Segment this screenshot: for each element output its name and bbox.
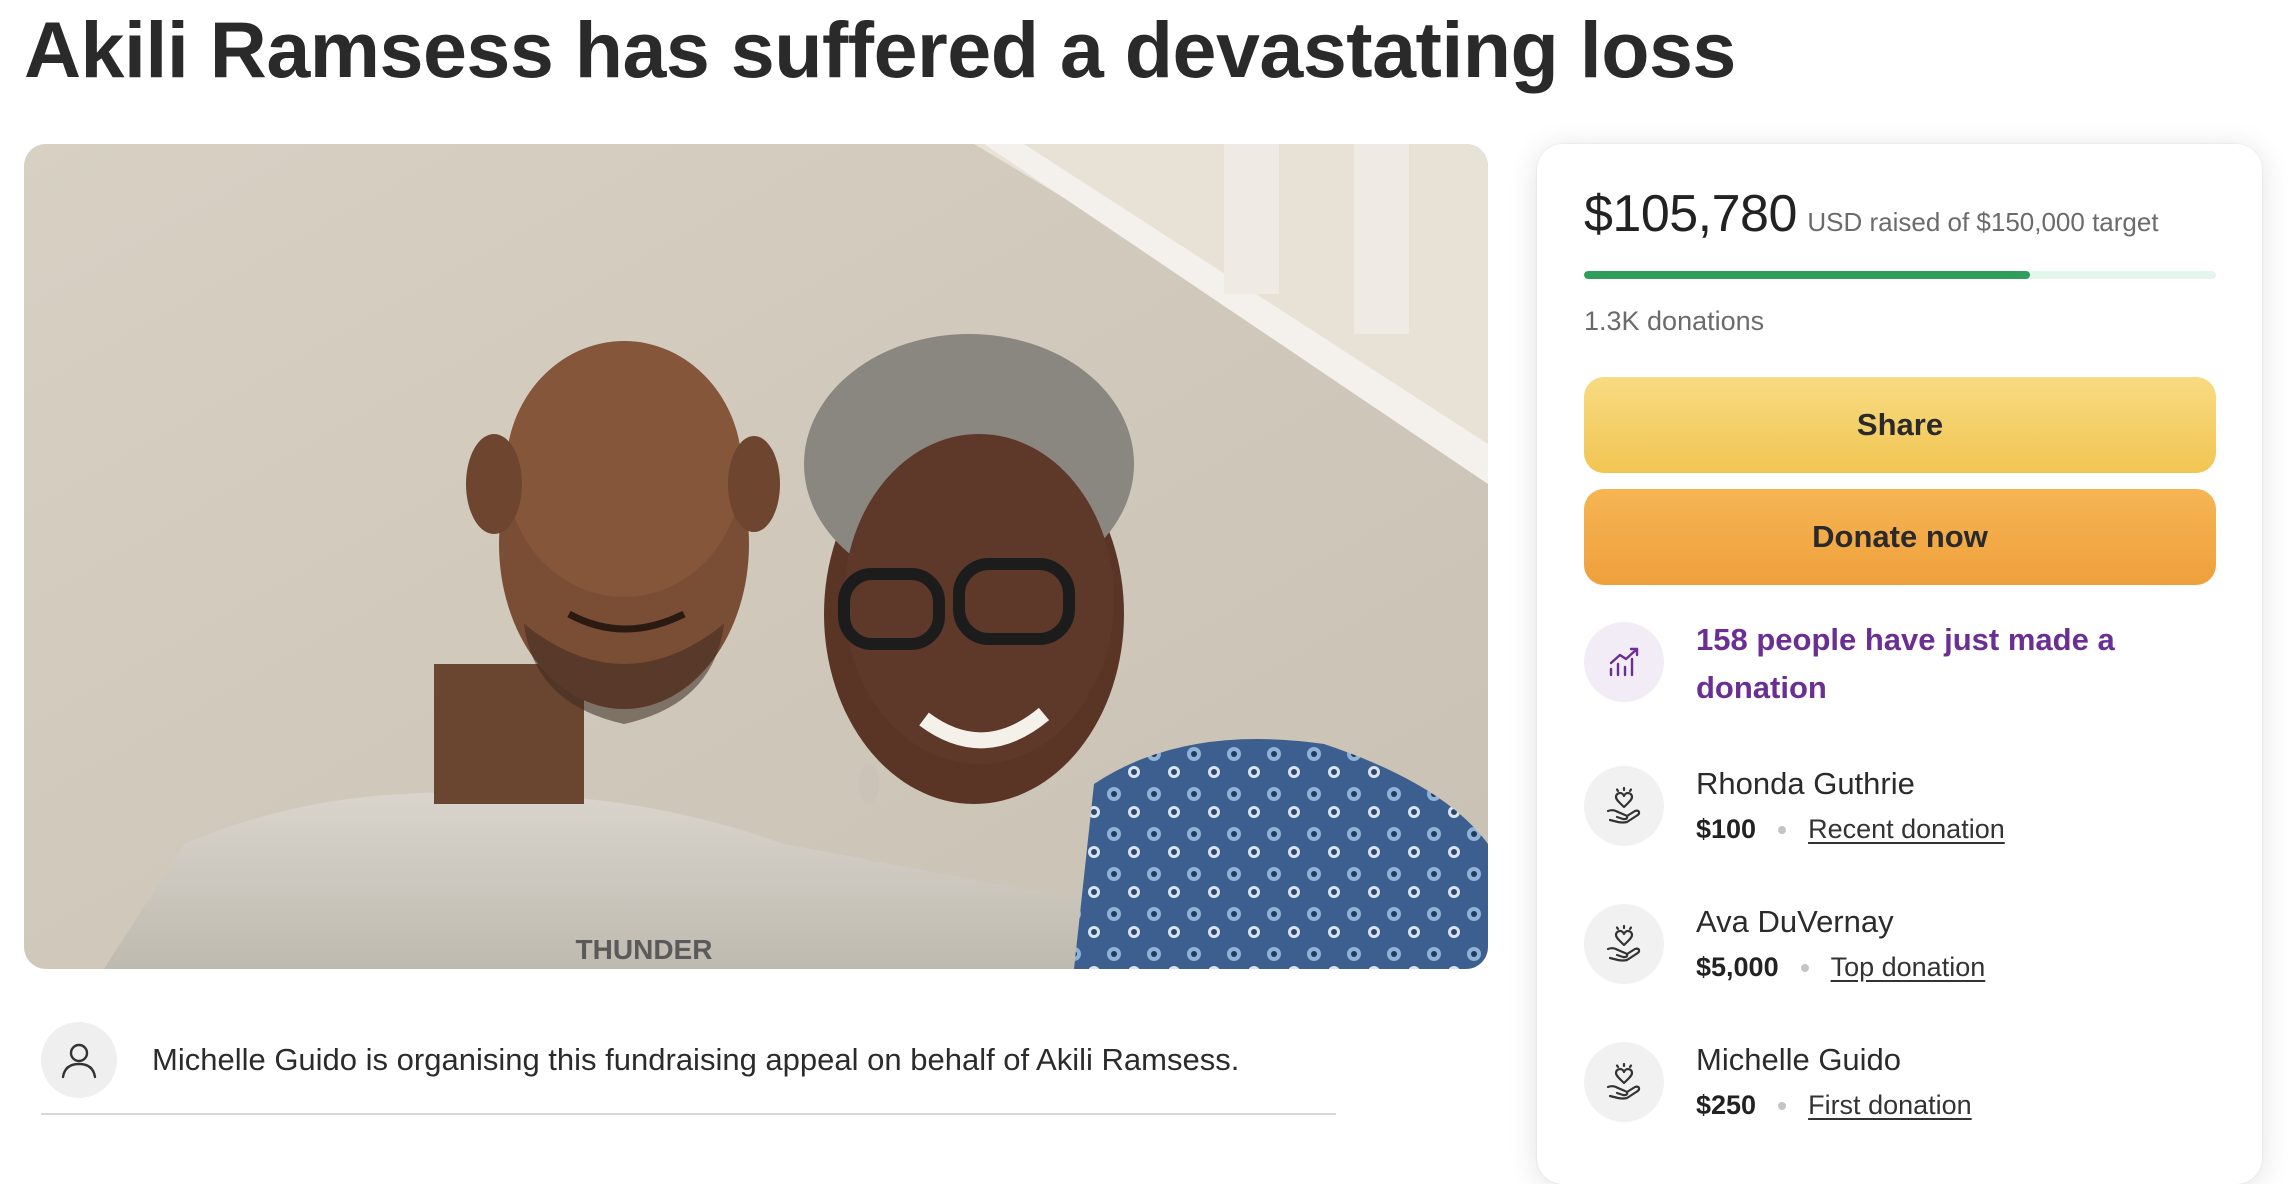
svg-text:THUNDER: THUNDER — [576, 934, 713, 965]
donor-amount: $250 — [1696, 1090, 1757, 1120]
heart-hand-icon — [1584, 766, 1664, 846]
organiser-row: Michelle Guido is organising this fundra… — [41, 1005, 1336, 1115]
donor-name: Rhonda Guthrie — [1696, 766, 1915, 801]
donor-name: Ava DuVernay — [1696, 904, 1894, 939]
user-icon — [41, 1022, 117, 1098]
raised-line: $105,780 USD raised of $150,000 target — [1584, 184, 2159, 244]
heart-hand-icon — [1584, 1042, 1664, 1122]
heart-hand-icon — [1584, 904, 1664, 984]
divider — [41, 1113, 1336, 1115]
donor-meta: $100 Recent donation — [1696, 814, 2005, 845]
raised-amount: $105,780 — [1584, 185, 1797, 243]
donation-panel: $105,780 USD raised of $150,000 target 1… — [1537, 144, 2262, 1184]
donor-amount: $100 — [1696, 814, 1757, 844]
separator-dot — [1778, 825, 1787, 834]
raised-target-text: USD raised of $150,000 target — [1807, 207, 2159, 237]
first-donation-link[interactable]: First donation — [1808, 1090, 1972, 1121]
trending-up-icon — [1584, 622, 1664, 702]
page-title: Akili Ramsess has suffered a devastating… — [24, 5, 1736, 94]
donor-meta: $5,000 Top donation — [1696, 952, 1985, 983]
campaign-photo: THUNDER — [24, 144, 1488, 969]
donation-count: 1.3K donations — [1584, 306, 1765, 336]
progress-fill — [1584, 271, 2030, 279]
trend-text: 158 people have just made a donation — [1696, 622, 2115, 705]
donor-meta: $250 First donation — [1696, 1090, 1972, 1121]
donate-now-button[interactable]: Donate now — [1584, 489, 2216, 585]
separator-dot — [1778, 1101, 1787, 1110]
donor-name: Michelle Guido — [1696, 1042, 1902, 1077]
share-button[interactable]: Share — [1584, 377, 2216, 473]
progress-bar — [1584, 271, 2216, 279]
recent-donation-link[interactable]: Recent donation — [1808, 814, 2005, 845]
separator-dot — [1800, 963, 1809, 972]
top-donation-link[interactable]: Top donation — [1831, 952, 1986, 983]
organiser-text: Michelle Guido is organising this fundra… — [152, 1042, 1240, 1077]
donor-amount: $5,000 — [1696, 952, 1779, 982]
